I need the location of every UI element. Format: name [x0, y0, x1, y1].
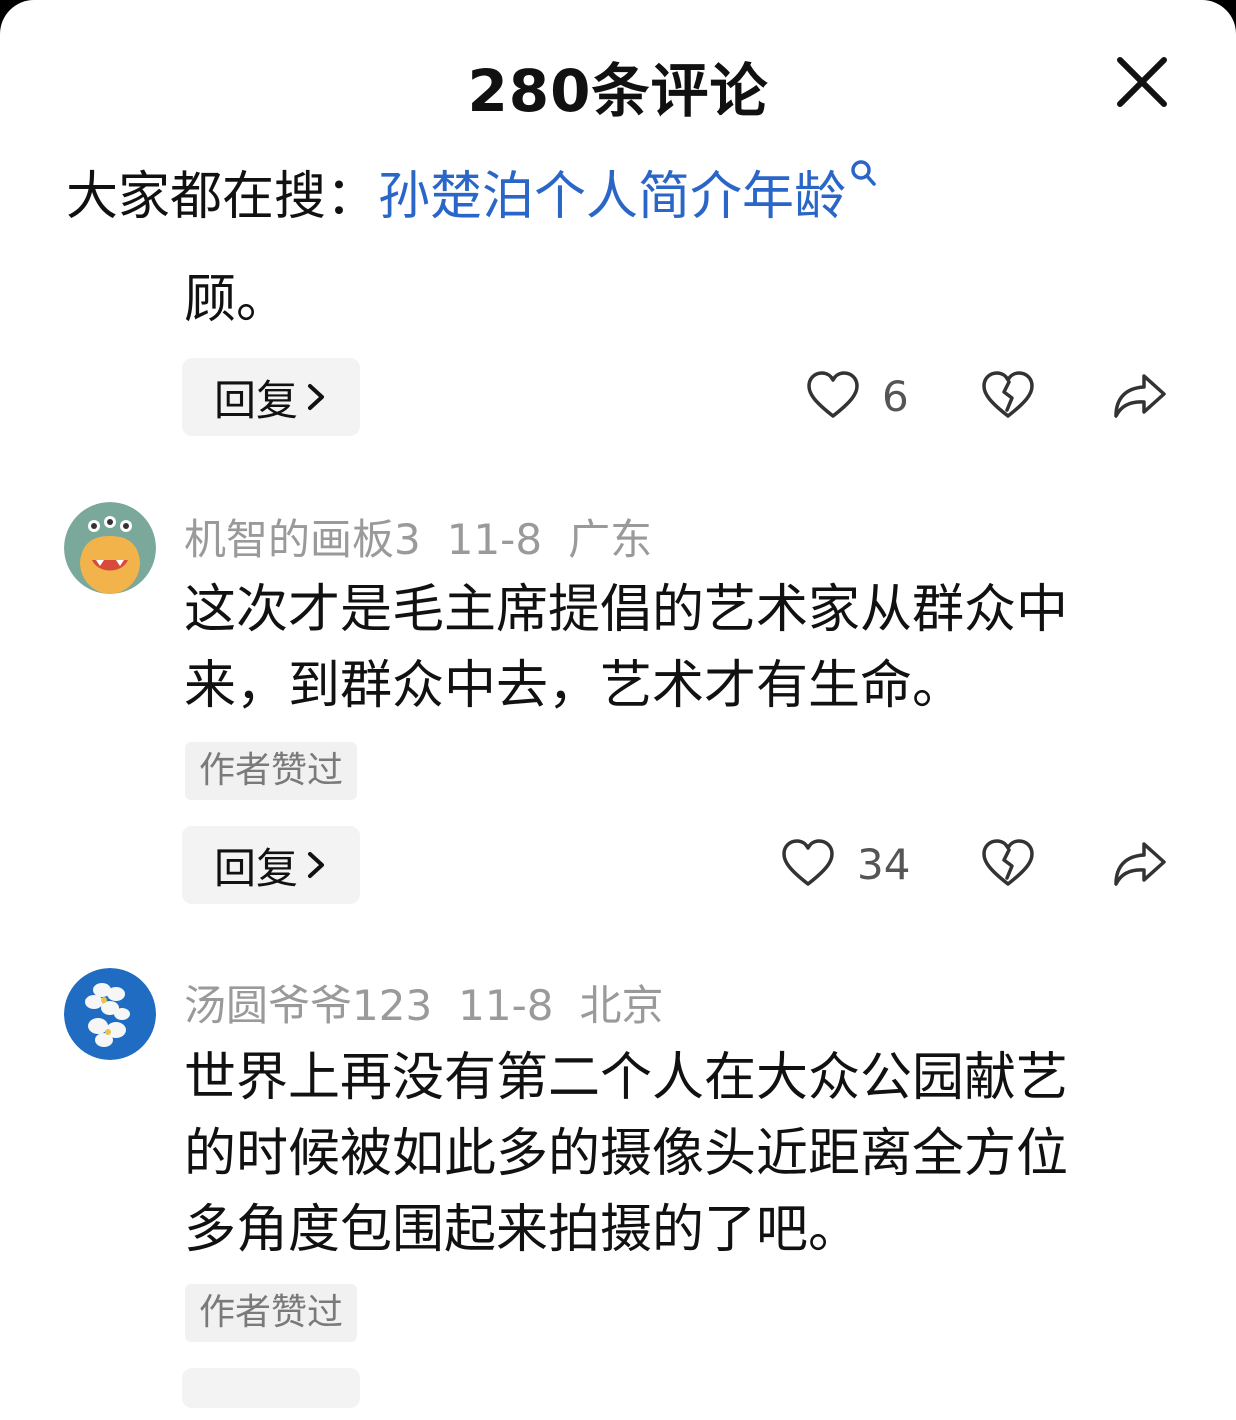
reply-label: 回复	[213, 843, 298, 893]
comment-location: 广东	[568, 515, 653, 564]
share-arrow-icon[interactable]	[1112, 836, 1168, 892]
comment-text-line: 世界上再没有第二个人在大众公园献艺	[184, 1048, 1069, 1108]
reply-label: 回复	[213, 375, 298, 425]
comment-meta: 汤圆爷爷123 11-8 北京	[184, 972, 690, 1033]
comment-date: 11-8	[458, 981, 554, 1030]
comment-text-line: 多角度包围起来拍摄的了吧。	[184, 1200, 861, 1260]
heart-icon[interactable]	[805, 368, 861, 424]
share-arrow-icon[interactable]	[1112, 368, 1168, 424]
search-suggestion-link[interactable]: 孙楚泊个人简介年龄	[378, 154, 846, 229]
search-icon[interactable]	[848, 158, 878, 192]
comment-text: 世界上再没有第二个人在大众公园献艺 的时候被如此多的摄像头近距离全方位 多角度包…	[184, 1040, 1068, 1268]
reply-button[interactable]: 回复	[182, 358, 360, 436]
comment-text-line: 这次才是毛主席提倡的艺术家从群众中	[184, 580, 1069, 640]
chevron-right-icon	[308, 384, 324, 410]
heart-icon[interactable]	[780, 836, 836, 892]
comment-text-line: 顾。	[184, 270, 289, 330]
broken-heart-icon[interactable]	[980, 368, 1036, 424]
reply-button[interactable]: 回复	[182, 826, 360, 904]
comment-text: 这次才是毛主席提倡的艺术家从群众中 来，到群众中去，艺术才有生命。	[184, 572, 1068, 724]
reply-button[interactable]	[182, 1368, 360, 1408]
chevron-right-icon	[308, 852, 324, 878]
comment-date: 11-8	[446, 515, 543, 564]
author-liked-badge: 作者赞过	[185, 1284, 358, 1342]
like-count: 6	[882, 372, 909, 421]
like-count: 34	[857, 840, 911, 889]
comments-title: 280条评论	[467, 57, 769, 125]
comments-sheet: 280条评论 大家都在搜： 孙楚泊个人简介年龄 顾。 回复 6 机智的画板3 1…	[0, 0, 1236, 1420]
search-suggestion: 大家都在搜： 孙楚泊个人简介年龄	[66, 154, 878, 229]
broken-heart-icon[interactable]	[980, 836, 1036, 892]
comment-text: 顾。	[184, 262, 288, 338]
comment-text-line: 来，到群众中去，艺术才有生命。	[184, 656, 965, 716]
username[interactable]: 汤圆爷爷123	[184, 981, 432, 1030]
search-prefix: 大家都在搜：	[66, 167, 379, 227]
username[interactable]: 机智的画板3	[184, 515, 421, 564]
avatar[interactable]	[64, 502, 156, 594]
close-icon[interactable]	[1112, 52, 1172, 112]
comment-location: 北京	[579, 981, 664, 1030]
comment-meta: 机智的画板3 11-8 广东	[184, 506, 678, 567]
avatar[interactable]	[64, 968, 156, 1060]
author-liked-badge: 作者赞过	[185, 742, 358, 800]
comment-text-line: 的时候被如此多的摄像头近距离全方位	[184, 1124, 1069, 1184]
